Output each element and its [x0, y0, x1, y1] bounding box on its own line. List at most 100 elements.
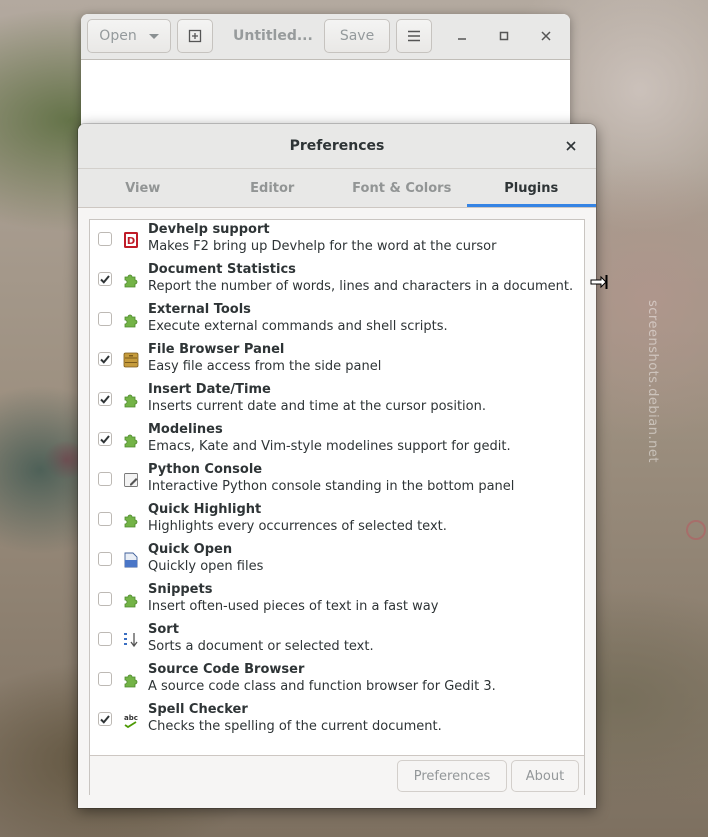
plugin-description: Quickly open files: [148, 559, 264, 574]
devhelp-icon: D: [124, 232, 138, 248]
plugin-name: External Tools: [148, 302, 251, 317]
hamburger-menu-icon: [408, 30, 420, 42]
plugin-checkbox[interactable]: [98, 592, 112, 606]
dialog-title: Preferences: [289, 138, 385, 154]
plugin-list: D Devhelp support Makes F2 bring up Devh…: [90, 220, 584, 755]
tab-bar: View Editor Font & Colors Plugins: [78, 169, 596, 208]
preferences-dialog: Preferences View Editor Font & Colors Pl…: [78, 124, 596, 808]
maximize-button[interactable]: [495, 27, 513, 45]
plugin-description: Easy file access from the side panel: [148, 359, 382, 374]
list-item[interactable]: Quick Open Quickly open files: [90, 540, 584, 580]
list-item[interactable]: Python Console Interactive Python consol…: [90, 460, 584, 500]
plugin-description: Execute external commands and shell scri…: [148, 319, 448, 334]
puzzle-icon: [124, 394, 138, 408]
list-item[interactable]: D Devhelp support Makes F2 bring up Devh…: [90, 220, 584, 260]
console-icon: [124, 473, 138, 487]
open-button[interactable]: Open: [87, 19, 171, 53]
new-tab-button[interactable]: [177, 19, 213, 53]
plugin-checkbox[interactable]: [98, 632, 112, 646]
plugin-description: Emacs, Kate and Vim-style modelines supp…: [148, 439, 511, 454]
plugin-name: Insert Date/Time: [148, 382, 271, 397]
checkmark-icon: [100, 275, 110, 284]
list-item[interactable]: Document Statistics Report the number of…: [90, 260, 584, 300]
file-cabinet-icon: [123, 352, 139, 368]
plugin-checkbox[interactable]: [98, 312, 112, 326]
list-item[interactable]: Modelines Emacs, Kate and Vim-style mode…: [90, 420, 584, 460]
plugin-checkbox[interactable]: [98, 512, 112, 526]
spell-check-icon: abc: [124, 714, 138, 729]
plugin-description: A source code class and function browser…: [148, 679, 496, 694]
plugin-checkbox[interactable]: [98, 672, 112, 686]
resize-cursor-icon: [590, 275, 608, 289]
plugin-checkbox[interactable]: [98, 352, 112, 366]
svg-text:abc: abc: [124, 714, 138, 722]
plugin-description: Checks the spelling of the current docum…: [148, 719, 442, 734]
plugin-name: File Browser Panel: [148, 342, 285, 357]
checkmark-icon: [100, 355, 110, 364]
checkmark-icon: [100, 395, 110, 404]
puzzle-icon: [124, 594, 138, 608]
new-tab-icon: [188, 29, 202, 43]
tab-font-colors[interactable]: Font & Colors: [337, 169, 467, 207]
maximize-icon: [499, 31, 509, 41]
list-item[interactable]: Sort Sorts a document or selected text.: [90, 620, 584, 660]
plugin-name: Snippets: [148, 582, 213, 597]
list-item[interactable]: External Tools Execute external commands…: [90, 300, 584, 340]
plugin-description: Insert often-used pieces of text in a fa…: [148, 599, 439, 614]
dialog-titlebar: Preferences: [78, 124, 596, 169]
watermark-text: screenshots.debian.net: [645, 300, 660, 463]
watermark-logo: [686, 520, 706, 540]
plugin-name: Spell Checker: [148, 702, 248, 717]
plugin-checkbox[interactable]: [98, 272, 112, 286]
puzzle-icon: [124, 274, 138, 288]
plugin-description: Report the number of words, lines and ch…: [148, 279, 574, 294]
list-item[interactable]: Insert Date/Time Inserts current date an…: [90, 380, 584, 420]
puzzle-icon: [124, 514, 138, 528]
minimize-button[interactable]: [453, 27, 471, 45]
plugin-name: Source Code Browser: [148, 662, 305, 677]
plugin-checkbox[interactable]: [98, 432, 112, 446]
gedit-headerbar: Open Untitled... Save: [81, 14, 570, 60]
dialog-close-button[interactable]: [562, 137, 580, 155]
list-item[interactable]: File Browser Panel Easy file access from…: [90, 340, 584, 380]
save-button[interactable]: Save: [324, 19, 390, 53]
plugin-name: Sort: [148, 622, 179, 637]
plugin-checkbox[interactable]: [98, 712, 112, 726]
puzzle-icon: [124, 314, 138, 328]
plugin-name: Modelines: [148, 422, 223, 437]
tab-plugins[interactable]: Plugins: [466, 169, 596, 207]
gedit-window: Open Untitled... Save: [81, 14, 570, 134]
list-item[interactable]: Snippets Insert often-used pieces of tex…: [90, 580, 584, 620]
plugin-checkbox[interactable]: [98, 552, 112, 566]
plugin-name: Quick Highlight: [148, 502, 262, 517]
open-button-label: Open: [99, 28, 137, 44]
sort-icon: [124, 633, 138, 648]
open-document-icon: [124, 552, 138, 568]
plugin-description: Inserts current date and time at the cur…: [148, 399, 486, 414]
checkmark-icon: [100, 715, 110, 724]
plugin-checkbox[interactable]: [98, 392, 112, 406]
window-close-button[interactable]: [537, 27, 555, 45]
plugin-action-bar: Preferences About: [90, 755, 584, 795]
plugin-checkbox[interactable]: [98, 472, 112, 486]
plugin-about-button[interactable]: About: [511, 760, 579, 792]
list-item[interactable]: Source Code Browser A source code class …: [90, 660, 584, 700]
tab-view[interactable]: View: [78, 169, 208, 207]
menu-button[interactable]: [396, 19, 432, 53]
list-item[interactable]: abc Spell Checker Checks the spelling of…: [90, 700, 584, 740]
plugin-checkbox[interactable]: [98, 232, 112, 246]
plugin-name: Quick Open: [148, 542, 233, 557]
checkmark-icon: [100, 435, 110, 444]
minimize-icon: [458, 38, 466, 40]
list-item[interactable]: Quick Highlight Highlights every occurre…: [90, 500, 584, 540]
tab-editor[interactable]: Editor: [208, 169, 338, 207]
plugins-panel: D Devhelp support Makes F2 bring up Devh…: [89, 219, 585, 795]
plugin-description: Interactive Python console standing in t…: [148, 479, 515, 494]
plugin-preferences-button[interactable]: Preferences: [397, 760, 507, 792]
svg-text:D: D: [127, 236, 135, 247]
puzzle-icon: [124, 674, 138, 688]
plugin-description: Makes F2 bring up Devhelp for the word a…: [148, 239, 497, 254]
chevron-down-icon: [148, 33, 159, 39]
close-icon: [566, 141, 576, 151]
plugin-description: Highlights every occurrences of selected…: [148, 519, 447, 534]
